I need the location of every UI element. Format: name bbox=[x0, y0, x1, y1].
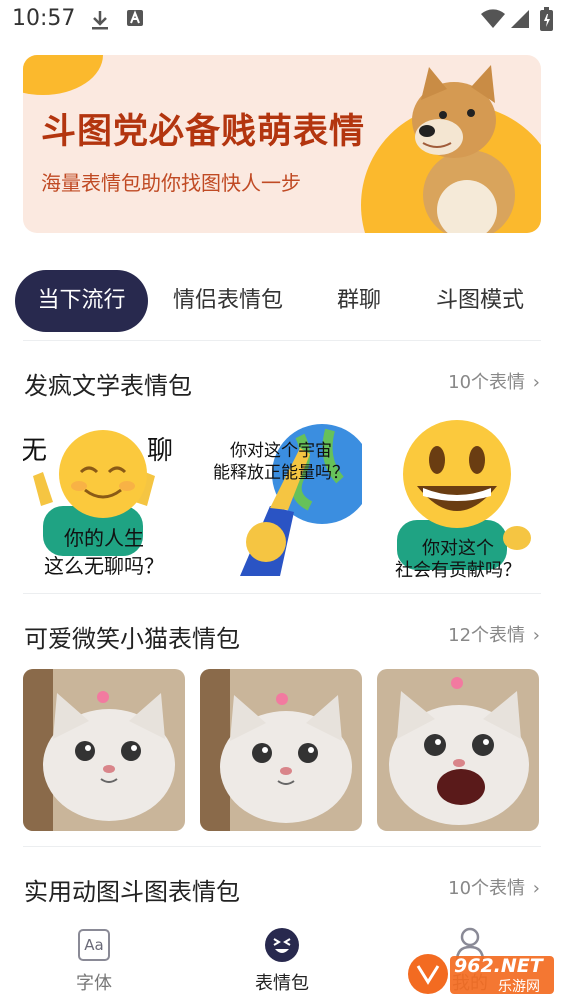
section-count: 10个表情 bbox=[448, 878, 526, 899]
banner-subtitle: 海量表情包助你找图快人一步 bbox=[41, 171, 301, 195]
chevron-right-icon: › bbox=[532, 372, 540, 393]
section-count-link[interactable]: 10个表情 › bbox=[448, 874, 540, 900]
sticker-thumbnail[interactable]: 你对这个 社会有贡献吗？ bbox=[377, 416, 539, 578]
watermark-sub: 乐游网 bbox=[498, 979, 540, 995]
section-title: 可爱微笑小猫表情包 bbox=[24, 625, 240, 653]
watermark-text: 962.NET bbox=[454, 955, 543, 977]
shiba-dog-image bbox=[412, 65, 515, 233]
status-time: 10:57 bbox=[12, 6, 76, 31]
nav-label: 字体 bbox=[76, 973, 112, 994]
download-icon bbox=[90, 9, 110, 35]
nav-label: 表情包 bbox=[255, 973, 309, 994]
tab-couple[interactable]: 情侣表情包 bbox=[158, 270, 298, 332]
chevron-right-icon: › bbox=[532, 625, 540, 646]
sticker-caption: 这么无聊吗？ bbox=[44, 554, 164, 578]
sticker-thumbnail[interactable] bbox=[200, 669, 362, 831]
battery-icon bbox=[540, 7, 553, 35]
section-count-link[interactable]: 10个表情 › bbox=[448, 368, 540, 394]
nav-item-fonts[interactable]: Aa 字体 bbox=[34, 915, 154, 1004]
sticker-caption: 无 bbox=[23, 436, 47, 466]
cat-open-mouth-image bbox=[377, 669, 539, 831]
sticker-thumbnail[interactable] bbox=[23, 669, 185, 831]
sticker-caption: 能释放正能量吗？ bbox=[213, 463, 349, 483]
banner-title: 斗图党必备贱萌表情 bbox=[41, 112, 366, 152]
tab-group-chat[interactable]: 群聊 bbox=[318, 270, 400, 332]
sticker-thumbnail[interactable]: 你对这个宇宙 能释放正能量吗？ bbox=[200, 416, 362, 578]
signal-icon bbox=[510, 9, 530, 33]
section-title: 发疯文学表情包 bbox=[24, 372, 192, 400]
banner-decoration bbox=[23, 55, 103, 95]
watermark-logo: 962.NET 乐游网 bbox=[406, 952, 556, 996]
cat-smile-image bbox=[23, 669, 185, 831]
chevron-right-icon: › bbox=[532, 878, 540, 899]
sticker-caption: 聊 bbox=[146, 436, 173, 466]
promo-banner[interactable]: 斗图党必备贱萌表情 海量表情包助你找图快人一步 bbox=[23, 55, 541, 233]
tab-trending[interactable]: 当下流行 bbox=[15, 270, 148, 332]
nav-item-stickers[interactable]: 表情包 bbox=[222, 915, 342, 1004]
cat-smile-image bbox=[200, 669, 362, 831]
laugh-emoji-icon bbox=[265, 928, 299, 962]
section-count: 12个表情 bbox=[448, 625, 526, 646]
divider bbox=[23, 340, 541, 341]
sticker-thumbnail[interactable] bbox=[377, 669, 539, 831]
section-title: 实用动图斗图表情包 bbox=[24, 878, 240, 906]
section-count-link[interactable]: 12个表情 › bbox=[448, 621, 540, 647]
section-count: 10个表情 bbox=[448, 372, 526, 393]
app-notification-icon bbox=[126, 9, 144, 31]
wifi-icon bbox=[480, 9, 506, 33]
sticker-thumbnail[interactable]: 无 聊 你的人生 这么无聊吗？ bbox=[23, 416, 185, 578]
sticker-caption: 你的人生 bbox=[64, 526, 144, 550]
font-icon: Aa bbox=[78, 929, 110, 961]
divider bbox=[23, 846, 541, 847]
tab-battle-mode[interactable]: 斗图模式 bbox=[420, 270, 540, 332]
divider bbox=[23, 593, 541, 594]
sticker-caption: 社会有贡献吗？ bbox=[395, 560, 521, 578]
status-bar: 10:57 bbox=[0, 0, 564, 38]
category-tabs: 当下流行 情侣表情包 群聊 斗图模式 bbox=[0, 270, 564, 332]
